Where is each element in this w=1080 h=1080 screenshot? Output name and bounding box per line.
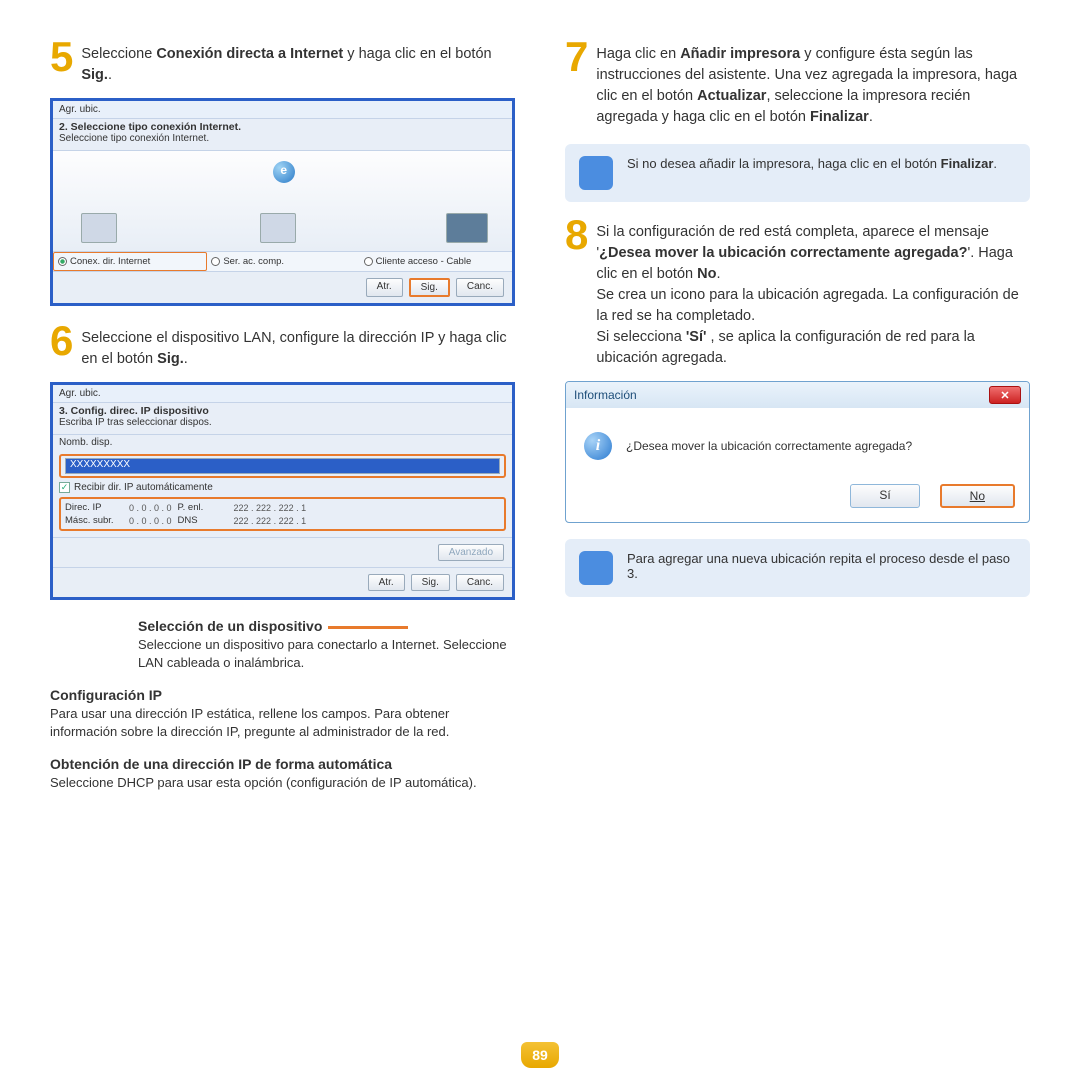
internet-icon [273,161,295,183]
cancel-button[interactable]: Canc. [456,278,504,297]
note-text: Si no desea añadir la impresora, haga cl… [627,156,997,171]
no-button[interactable]: No [940,484,1015,508]
yes-button[interactable]: Sí [850,484,919,508]
device-name-input[interactable]: XXXXXXXXX [65,458,500,474]
screenshot-ip-config: Agr. ubic. 3. Config. direc. IP disposit… [50,382,515,600]
step-8-text: Si la configuración de red está completa… [596,218,1030,369]
right-column: 7 Haga clic en Añadir impresora y config… [565,40,1030,792]
step-number-6: 6 [50,320,73,370]
step-number-8: 8 [565,214,588,369]
ip-fields-highlight: Direc. IP 0 . 0 . 0 . 0 P. enl. 222 . 22… [59,497,506,531]
callout-device-selection: Selección de un dispositivo Seleccione u… [138,618,515,671]
device-icon [446,213,488,243]
close-icon[interactable]: ✕ [989,386,1021,404]
callout-ip-config: Configuración IP Para usar una dirección… [50,687,515,740]
page-number: 89 [521,1042,559,1068]
left-column: 5 Seleccione Conexión directa a Internet… [50,40,515,792]
cancel-button[interactable]: Canc. [456,574,504,591]
window-title: Agr. ubic. [53,101,512,119]
dialog-title: Información [574,388,637,402]
note-icon [579,551,613,585]
auto-ip-checkbox[interactable]: ✓Recibir dir. IP automáticamente [53,480,512,495]
screenshot-connection-type: Agr. ubic. 2. Seleccione tipo conexión I… [50,98,515,306]
step-6-text: Seleccione el dispositivo LAN, configure… [81,324,515,370]
step-number-7: 7 [565,36,588,128]
option-cable-client[interactable]: Cliente acceso - Cable [360,252,512,271]
window-title: Agr. ubic. [53,385,512,403]
device-icon [260,213,296,243]
advanced-button[interactable]: Avanzado [438,544,504,561]
option-direct-internet[interactable]: Conex. dir. Internet [53,252,207,271]
step-7-text: Haga clic en Añadir impresora y configur… [596,40,1030,128]
option-shared-access[interactable]: Ser. ac. comp. [207,252,359,271]
device-name-highlight: XXXXXXXXX [59,454,506,478]
next-button[interactable]: Sig. [409,278,450,297]
step-number-5: 5 [50,36,73,86]
back-button[interactable]: Atr. [366,278,403,297]
step-5-text: Seleccione Conexión directa a Internet y… [81,40,515,86]
info-icon: i [584,432,612,460]
next-button[interactable]: Sig. [411,574,450,591]
note-repeat: Para agregar una nueva ubicación repita … [565,539,1030,597]
back-button[interactable]: Atr. [368,574,405,591]
note-finalizar: Si no desea añadir la impresora, haga cl… [565,144,1030,202]
connection-diagram [53,151,512,251]
note-icon [579,156,613,190]
info-dialog: Información ✕ i ¿Desea mover la ubicació… [565,381,1030,523]
note-text: Para agregar una nueva ubicación repita … [627,551,1016,581]
step-7: 7 Haga clic en Añadir impresora y config… [565,40,1030,128]
step-5: 5 Seleccione Conexión directa a Internet… [50,40,515,86]
step-8: 8 Si la configuración de red está comple… [565,218,1030,369]
dialog-message: ¿Desea mover la ubicación correctamente … [626,439,912,453]
step-6: 6 Seleccione el dispositivo LAN, configu… [50,324,515,370]
device-icon [81,213,117,243]
callout-auto-ip: Obtención de una dirección IP de forma a… [50,756,515,792]
